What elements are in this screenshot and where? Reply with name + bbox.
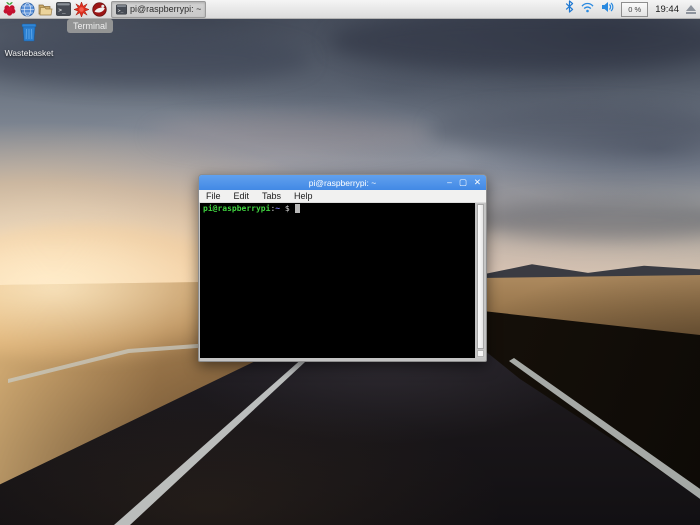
wifi-icon[interactable]	[581, 0, 594, 18]
red-starburst-app-icon[interactable]	[72, 0, 90, 18]
terminal-launcher-icon[interactable]: >_	[54, 0, 72, 18]
window-titlebar[interactable]: pi@raspberrypi: ~ – ▢ ✕	[199, 175, 486, 190]
scrollbar-thumb[interactable]	[477, 204, 484, 349]
prompt-user-host: pi@raspberrypi	[203, 204, 271, 213]
menu-tabs[interactable]: Tabs	[262, 191, 281, 201]
desktop-wallpaper: Wastebasket pi@raspberrypi: ~ – ▢ ✕ File…	[0, 19, 700, 525]
terminal-menubar: File Edit Tabs Help	[199, 190, 486, 203]
resize-grip[interactable]	[477, 350, 484, 357]
svg-text:>_: >_	[118, 9, 124, 14]
red-circle-app-icon[interactable]	[90, 0, 108, 18]
bluetooth-icon[interactable]	[565, 0, 574, 18]
window-title: pi@raspberrypi: ~	[308, 177, 377, 188]
minimize-button[interactable]: –	[447, 175, 452, 190]
web-browser-globe-icon[interactable]	[18, 0, 36, 18]
taskbar-window-button[interactable]: >_ pi@raspberrypi: ~	[111, 0, 207, 18]
prompt-dollar: $	[280, 204, 295, 213]
svg-text:>_: >_	[58, 7, 66, 14]
file-manager-icon[interactable]	[36, 0, 54, 18]
terminal-mini-icon: >_	[116, 3, 127, 15]
desktop-icon-wastebasket[interactable]: Wastebasket	[2, 23, 56, 58]
menu-button-raspberry-icon[interactable]	[0, 0, 18, 18]
wastebasket-label: Wastebasket	[4, 48, 54, 58]
window-button-label: pi@raspberrypi: ~	[130, 4, 202, 14]
terminal-cursor	[294, 204, 300, 213]
terminal-window[interactable]: pi@raspberrypi: ~ – ▢ ✕ File Edit Tabs H…	[198, 174, 487, 362]
wastebasket-icon	[19, 23, 39, 47]
terminal-scrollbar[interactable]	[476, 203, 485, 358]
maximize-button[interactable]: ▢	[459, 175, 467, 190]
close-button[interactable]: ✕	[474, 175, 481, 190]
taskbar-clock[interactable]: 19:44	[655, 4, 679, 15]
terminal-tooltip: Terminal	[67, 19, 114, 33]
menu-help[interactable]: Help	[294, 191, 313, 201]
terminal-output-area[interactable]: pi@raspberrypi:~ $	[200, 203, 475, 358]
taskbar: >_ >_ pi@raspberrypi: ~ 0 % 19:44	[0, 0, 700, 19]
shell-prompt: pi@raspberrypi:~ $	[203, 204, 300, 213]
menu-edit[interactable]: Edit	[234, 191, 250, 201]
cpu-usage-monitor[interactable]: 0 %	[621, 1, 649, 17]
volume-icon[interactable]	[601, 0, 614, 18]
menu-file[interactable]: File	[206, 191, 221, 201]
eject-icon[interactable]	[686, 4, 696, 14]
screen: Wastebasket pi@raspberrypi: ~ – ▢ ✕ File…	[0, 0, 700, 525]
